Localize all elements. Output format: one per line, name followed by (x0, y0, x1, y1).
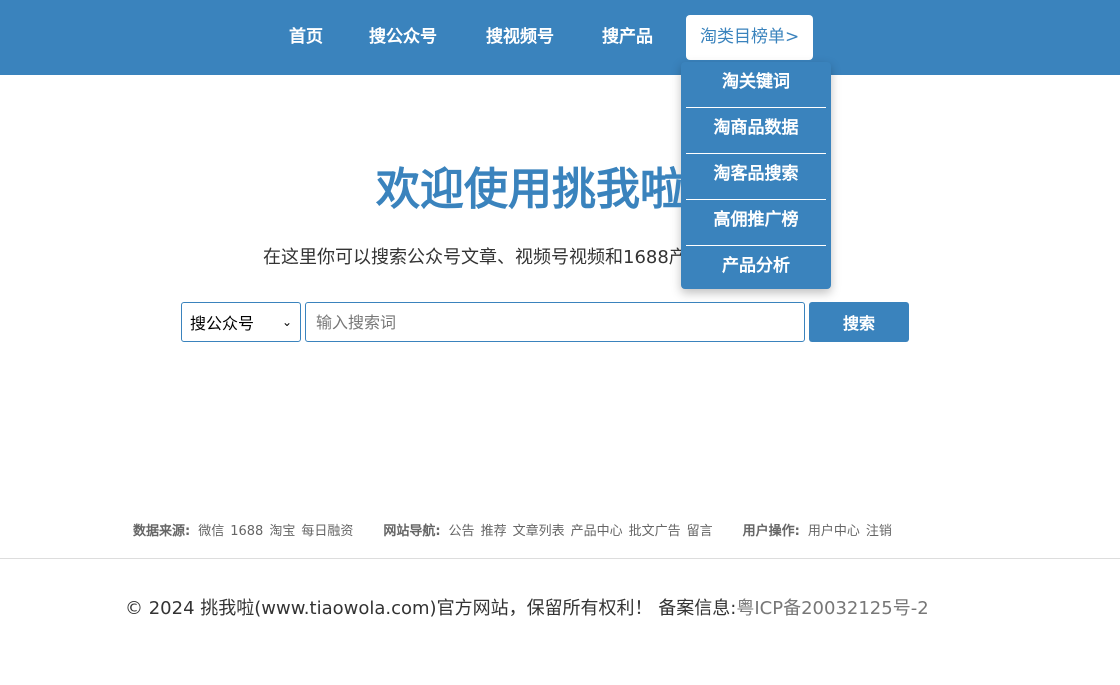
nav-search-official-accounts[interactable]: 搜公众号 (369, 15, 437, 60)
nav-home[interactable]: 首页 (289, 15, 323, 60)
link-taobao[interactable]: 淘宝 (269, 521, 295, 543)
copyright: © 2024 挑我啦(www.tiaowola.com)官方网站，保留所有权利！… (125, 596, 929, 622)
page-subtitle: 在这里你可以搜索公众号文章、视频号视频和1688产品 (263, 247, 681, 268)
search-type-select[interactable]: 搜公众号 ⌄ (181, 302, 301, 342)
link-article-list[interactable]: 文章列表 (513, 521, 565, 543)
top-navbar: 首页 搜公众号 搜视频号 搜产品 淘类目榜单> (0, 0, 1120, 75)
data-source-group: 数据来源: 微信 1688 淘宝 每日融资 (133, 521, 359, 543)
footer-links: 数据来源: 微信 1688 淘宝 每日融资 网站导航: 公告 推荐 文章列表 产… (133, 521, 922, 543)
link-daily-finance[interactable]: 每日融资 (301, 521, 353, 543)
data-source-label: 数据来源: (133, 524, 191, 539)
search-type-value: 搜公众号 (190, 314, 255, 333)
icp-link[interactable]: 粤ICP备20032125号-2 (736, 598, 928, 619)
link-user-center[interactable]: 用户中心 (808, 521, 860, 543)
dropdown-item-affiliate-search[interactable]: 淘客品搜索 (686, 154, 826, 200)
chevron-down-icon: ⌄ (281, 315, 292, 329)
link-1688[interactable]: 1688 (230, 521, 263, 543)
copyright-text: © 2024 挑我啦(www.tiaowola.com)官方网站，保留所有权利！… (125, 598, 737, 619)
link-product-center[interactable]: 产品中心 (571, 521, 623, 543)
nav-search-products[interactable]: 搜产品 (602, 15, 653, 60)
dropdown-item-product-data[interactable]: 淘商品数据 (686, 108, 826, 154)
footer-divider (0, 558, 1120, 559)
page-title: 欢迎使用挑我啦 (376, 164, 681, 215)
site-nav-label: 网站导航: (383, 524, 441, 539)
nav-search-video-accounts[interactable]: 搜视频号 (486, 15, 554, 60)
site-nav-group: 网站导航: 公告 推荐 文章列表 产品中心 批文广告 留言 (383, 521, 718, 543)
dropdown-item-product-analysis[interactable]: 产品分析 (686, 246, 826, 292)
search-input[interactable] (305, 302, 805, 342)
user-ops-label: 用户操作: (742, 524, 800, 539)
link-ads[interactable]: 批文广告 (629, 521, 681, 543)
link-logout[interactable]: 注销 (866, 521, 892, 543)
search-button[interactable]: 搜索 (809, 302, 909, 342)
taobao-dropdown-menu: 淘关键词 淘商品数据 淘客品搜索 高佣推广榜 产品分析 (681, 62, 831, 289)
link-wechat[interactable]: 微信 (198, 521, 224, 543)
nav-taobao-category-rank[interactable]: 淘类目榜单> (686, 15, 814, 60)
link-announcement[interactable]: 公告 (449, 521, 475, 543)
dropdown-item-high-commission-rank[interactable]: 高佣推广榜 (686, 200, 826, 246)
link-recommend[interactable]: 推荐 (481, 521, 507, 543)
user-ops-group: 用户操作: 用户中心 注销 (743, 521, 898, 543)
dropdown-item-keywords[interactable]: 淘关键词 (686, 62, 826, 108)
link-message[interactable]: 留言 (687, 521, 713, 543)
